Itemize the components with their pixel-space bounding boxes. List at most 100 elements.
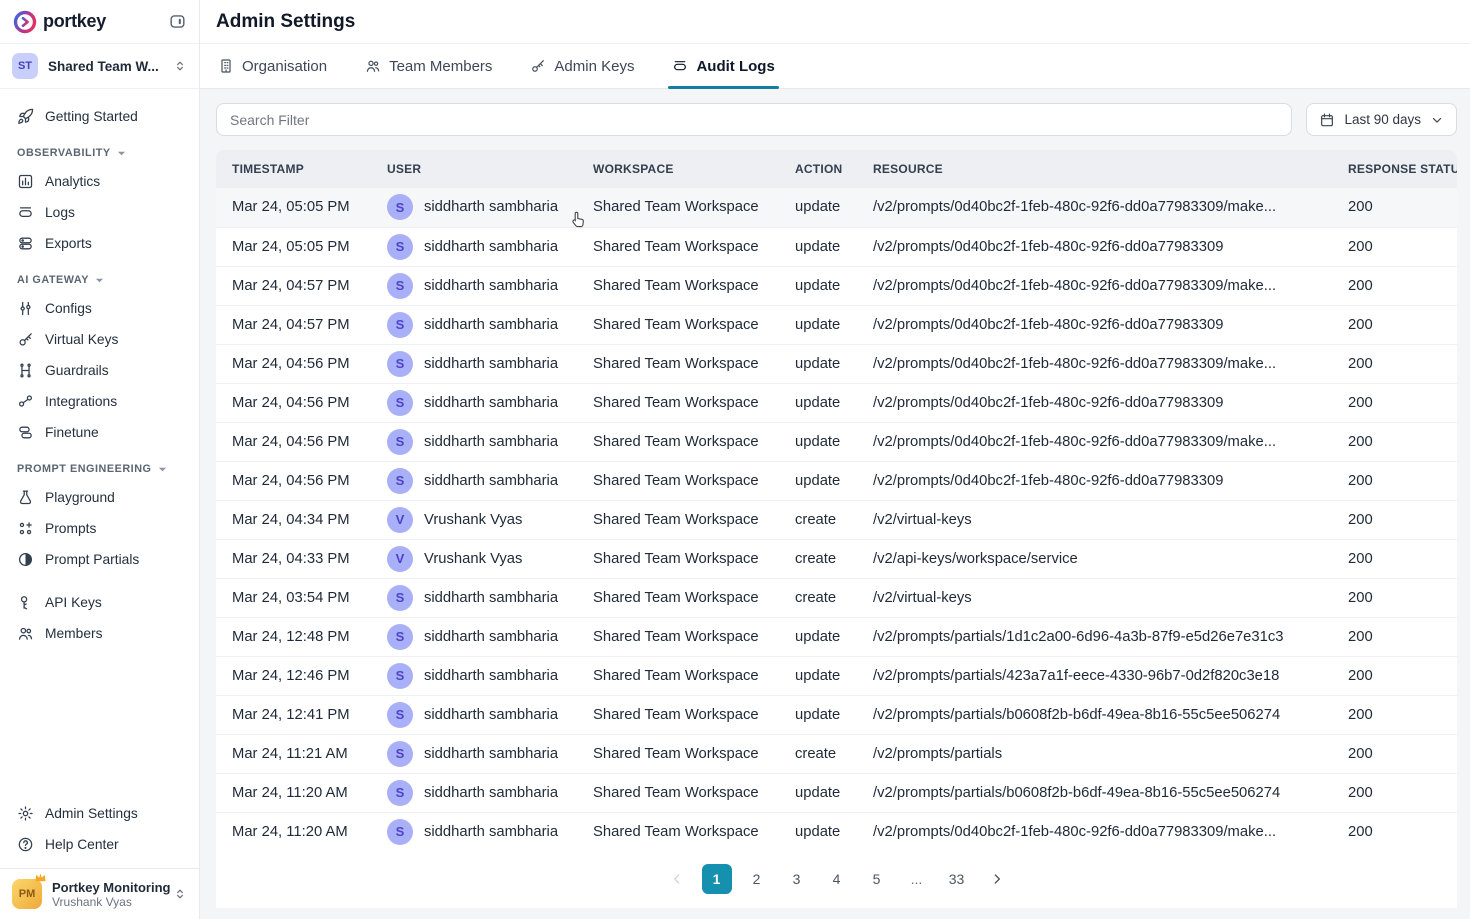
workspace-cell: Shared Team Workspace — [577, 694, 779, 734]
sidebar-item-label: Configs — [45, 301, 92, 316]
page-button[interactable]: 1 — [701, 864, 732, 894]
table-row[interactable]: Mar 24, 04:57 PM Ssiddharth sambharia Shar… — [216, 265, 1457, 305]
chevrons-up-down-icon — [177, 889, 183, 899]
section-chevron-icon — [158, 467, 166, 471]
resource-cell: /v2/prompts/0d40bc2f-1feb-480c-92f6-dd0a… — [857, 343, 1332, 383]
org-switcher[interactable]: PM Portkey Monitoring Vrushank Vyas — [0, 868, 199, 919]
table-row[interactable]: Mar 24, 11:20 AM Ssiddharth sambharia Shar… — [216, 811, 1457, 850]
table-row[interactable]: Mar 24, 03:54 PM Ssiddharth sambharia Shar… — [216, 577, 1457, 617]
sidebar-item-finetune[interactable]: Finetune — [8, 417, 191, 448]
tab-audit-logs[interactable]: Audit Logs — [668, 44, 780, 89]
section-ai-gateway[interactable]: AI GATEWAY — [8, 259, 191, 293]
sidebar: portkey ST Shared Team W... Getting Star… — [0, 0, 200, 919]
table-row[interactable]: Mar 24, 04:34 PM V Vrushank Vyas Shared Tea… — [216, 499, 1457, 539]
org-user-name: Vrushank Vyas — [52, 894, 132, 909]
user-avatar: S — [387, 623, 413, 650]
page-button[interactable]: 33 — [942, 864, 972, 894]
table-row[interactable]: Mar 24, 04:56 PM Ssiddharth sambharia Shar… — [216, 343, 1457, 383]
sidebar-collapse-button[interactable] — [168, 12, 187, 31]
table-row[interactable]: Mar 24, 05:05 PM Ssiddharth sambharia Shar… — [216, 188, 1457, 227]
table-row[interactable]: Mar 24, 04:56 PM Ssiddharth sambharia Shar… — [216, 460, 1457, 500]
section-prompt-engineering[interactable]: PROMPT ENGINEERING — [8, 448, 191, 482]
user-name: siddharth sambharia — [424, 238, 559, 255]
sidebar-item-playground[interactable]: Playground — [8, 482, 191, 513]
sidebar-item-exports[interactable]: Exports — [8, 228, 191, 259]
portkey-logo[interactable]: portkey — [13, 10, 106, 34]
calendar-icon — [1321, 113, 1334, 126]
audit-log-table-wrap: TIMESTAMP USER WORKSPACE ACTION RESOURCE RESP… — [216, 150, 1457, 850]
table-row[interactable]: Mar 24, 04:56 PM Ssiddharth sambharia Shar… — [216, 421, 1457, 461]
user-name: siddharth sambharia — [424, 277, 559, 294]
prompt-partials-icon — [18, 552, 33, 567]
tab-team-members[interactable]: Team Members — [365, 44, 492, 88]
page-button[interactable]: 4 — [822, 864, 852, 894]
user-avatar: S — [387, 233, 413, 260]
workspace-avatar: ST — [12, 53, 38, 79]
tab-content: Last 90 days TIMESTAMPUSERWORKSPACEACTIO… — [200, 89, 1470, 919]
sidebar-item-admin-settings[interactable]: Admin Settings — [8, 798, 191, 829]
page-header: Admin Settings — [200, 0, 1470, 44]
next-page-button[interactable] — [982, 864, 1012, 894]
status-cell: 200 — [1332, 577, 1457, 617]
tab-organisation[interactable]: Organisation — [218, 44, 327, 88]
exports-icon — [19, 237, 32, 250]
sidebar-item-analytics[interactable]: Analytics — [8, 166, 191, 197]
sidebar-item-label: Guardrails — [45, 363, 109, 378]
user-cell: Ssiddharth sambharia — [371, 226, 577, 266]
table-row[interactable]: Mar 24, 04:56 PM Ssiddharth sambharia Shar… — [216, 382, 1457, 422]
audit-log-table: TIMESTAMP USER WORKSPACE ACTION RESOURCE RESP… — [216, 150, 1457, 850]
timestamp-cell: Mar 24, 12:46 PM — [216, 655, 371, 695]
sidebar-item-label: Prompt Partials — [45, 552, 140, 567]
gear-icon — [18, 806, 33, 821]
user-avatar: S — [387, 740, 413, 767]
sidebar-item-label: Exports — [45, 236, 92, 251]
status-cell: 200 — [1332, 655, 1457, 695]
sidebar-item-virtual-keys[interactable]: Virtual Keys — [8, 324, 191, 355]
status-cell: 200 — [1332, 616, 1457, 656]
table-row[interactable]: Mar 24, 12:41 PM Ssiddharth sambharia Shar… — [216, 694, 1457, 734]
sidebar-item-members[interactable]: Members — [8, 618, 191, 649]
table-row[interactable]: Mar 24, 05:05 PM Ssiddharth sambharia Shar… — [216, 226, 1457, 266]
action-cell: create — [779, 733, 857, 773]
sidebar-item-configs[interactable]: Configs — [8, 293, 191, 324]
table-row[interactable]: Mar 24, 11:20 AM Ssiddharth sambharia Shar… — [216, 772, 1457, 812]
timestamp-cell: Mar 24, 05:05 PM — [232, 199, 350, 216]
table-row[interactable]: Mar 24, 04:57 PM Ssiddharth sambharia Shar… — [216, 304, 1457, 344]
pagination: 1 2 3 4 5... 33 — [216, 850, 1457, 908]
team-members-icon — [366, 60, 380, 72]
workspace-switcher[interactable]: ST Shared Team W... — [0, 44, 199, 89]
sidebar-item-guardrails[interactable]: Guardrails — [8, 355, 191, 386]
status-cell: 200 — [1332, 343, 1457, 383]
sidebar-item-api-keys[interactable]: API Keys — [8, 587, 191, 618]
table-row[interactable]: Mar 24, 04:33 PM V Vrushank Vyas Shared Tea… — [216, 538, 1457, 578]
user-avatar: S — [387, 350, 413, 377]
date-range-label: Last 90 days — [1344, 112, 1421, 127]
workspace-cell: Shared Team Workspace — [577, 226, 779, 266]
date-range-button[interactable]: Last 90 days — [1306, 103, 1457, 136]
previous-page-button[interactable] — [662, 864, 692, 894]
status-cell: 200 — [1332, 538, 1457, 578]
table-row[interactable]: Mar 24, 12:46 PM Ssiddharth sambharia Shar… — [216, 655, 1457, 695]
page-button[interactable]: 5 — [862, 864, 892, 894]
sidebar-item-integrations[interactable]: Integrations — [8, 386, 191, 417]
tab-admin-keys[interactable]: Admin Keys — [530, 44, 634, 88]
section-observability[interactable]: OBSERVABILITY — [8, 132, 191, 166]
resource-cell: /v2/api-keys/workspace/service — [857, 538, 1332, 578]
workspace-cell: Shared Team Workspace — [577, 733, 779, 773]
table-row[interactable]: Mar 24, 11:21 AM Ssiddharth sambharia Shar… — [216, 733, 1457, 773]
page-button[interactable]: 3 — [782, 864, 812, 894]
sidebar-item-help-center[interactable]: Help Center — [8, 829, 191, 860]
sidebar-item-getting-started[interactable]: Getting Started — [8, 101, 191, 132]
resource-cell: /v2/prompts/partials/423a7a1f-eece-4330-… — [857, 655, 1332, 695]
sidebar-item-prompt-partials[interactable]: Prompt Partials — [8, 544, 191, 575]
search-filter-input[interactable] — [216, 103, 1293, 136]
workspace-cell: Shared Team Workspace — [577, 577, 779, 617]
key-icon — [19, 333, 32, 346]
sidebar-nav: Getting Started OBSERVABILITY Analytics … — [0, 89, 199, 868]
user-avatar: S — [387, 272, 413, 299]
sidebar-item-logs[interactable]: Logs — [8, 197, 191, 228]
sidebar-item-prompts[interactable]: Prompts — [8, 513, 191, 544]
page-button[interactable]: 2 — [742, 864, 772, 894]
table-row[interactable]: Mar 24, 12:48 PM Ssiddharth sambharia Shar… — [216, 616, 1457, 656]
help-icon — [18, 837, 33, 852]
